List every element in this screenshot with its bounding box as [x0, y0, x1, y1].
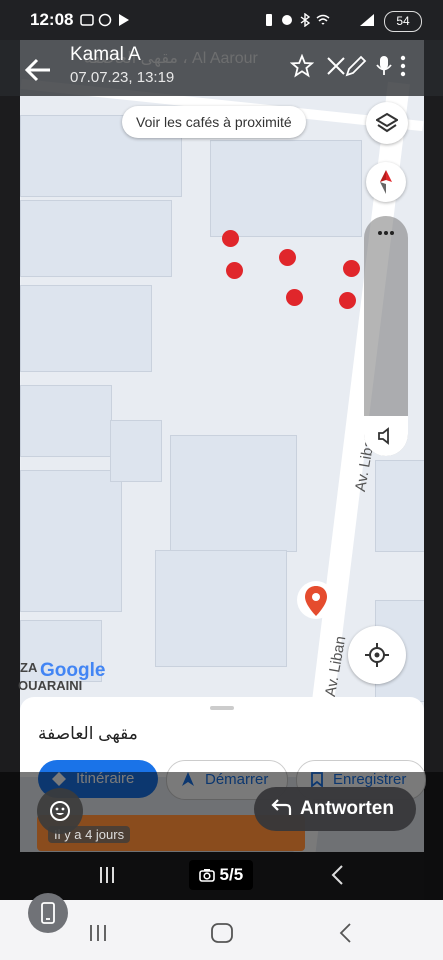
signal-4g-icon [360, 14, 374, 26]
smiley-icon [50, 801, 70, 821]
compass-button[interactable] [366, 162, 406, 202]
recent-apps-icon[interactable] [88, 924, 108, 942]
play-notification-icon [119, 14, 129, 26]
cafe-pin[interactable] [222, 230, 239, 247]
cafe-pin[interactable] [286, 289, 303, 306]
image-counter: 5/5 [189, 860, 253, 890]
volume-panel[interactable] [364, 216, 408, 456]
emoji-reaction-button[interactable] [37, 788, 83, 834]
wifi-icon [316, 14, 330, 25]
layers-icon [376, 112, 398, 133]
bluetooth-icon [300, 13, 311, 27]
more-vertical-icon[interactable] [398, 54, 408, 78]
status-time: 12:08 [30, 10, 74, 29]
whatsapp-notification-icon [98, 13, 112, 27]
status-bar: 12:08 54 [0, 0, 443, 40]
cafe-pin[interactable] [339, 292, 356, 309]
cafe-pin[interactable] [279, 249, 296, 266]
alarm-icon [282, 15, 292, 25]
sheet-drag-handle[interactable] [210, 706, 234, 710]
reply-arrow-icon [271, 799, 292, 815]
place-title: مقهى العاصفة [38, 724, 138, 743]
cafe-pin[interactable] [226, 262, 243, 279]
battery-indicator: 54 [384, 11, 422, 32]
compass-icon [380, 170, 392, 194]
edit-icon[interactable] [344, 54, 368, 78]
my-location-button[interactable] [348, 626, 406, 684]
image-counter-text: 5/5 [219, 865, 244, 884]
microphone-icon[interactable] [372, 54, 396, 78]
back-arrow-icon[interactable] [22, 54, 54, 86]
reply-button[interactable]: Antworten [254, 787, 416, 831]
gallery-notification-icon [80, 14, 94, 26]
phone-icon [41, 902, 55, 924]
battery-saver-icon [266, 14, 272, 26]
camera-icon [199, 869, 215, 882]
contact-name: Kamal A [70, 44, 141, 65]
back-chevron-icon [331, 865, 343, 885]
back-button-icon[interactable] [338, 922, 352, 944]
area-label: ZA [20, 660, 38, 675]
layers-button[interactable] [366, 102, 408, 144]
nearby-cafes-button[interactable]: Voir les cafés à proximité [122, 106, 306, 138]
screenshot-toolbar-button[interactable] [28, 893, 68, 933]
star-icon[interactable] [290, 54, 314, 78]
home-button-icon[interactable] [210, 922, 234, 944]
crosshair-icon [365, 643, 389, 667]
area-label: OUARAINI [18, 678, 83, 693]
recent-apps-icon [100, 867, 114, 883]
cafe-pin[interactable] [343, 260, 360, 277]
story-timestamp: 07.07.23, 13:19 [70, 69, 175, 86]
more-options-icon[interactable] [378, 230, 394, 236]
speaker-icon [378, 427, 389, 445]
selected-location-pin-icon[interactable] [296, 580, 336, 626]
reply-label: Antworten [300, 798, 394, 819]
